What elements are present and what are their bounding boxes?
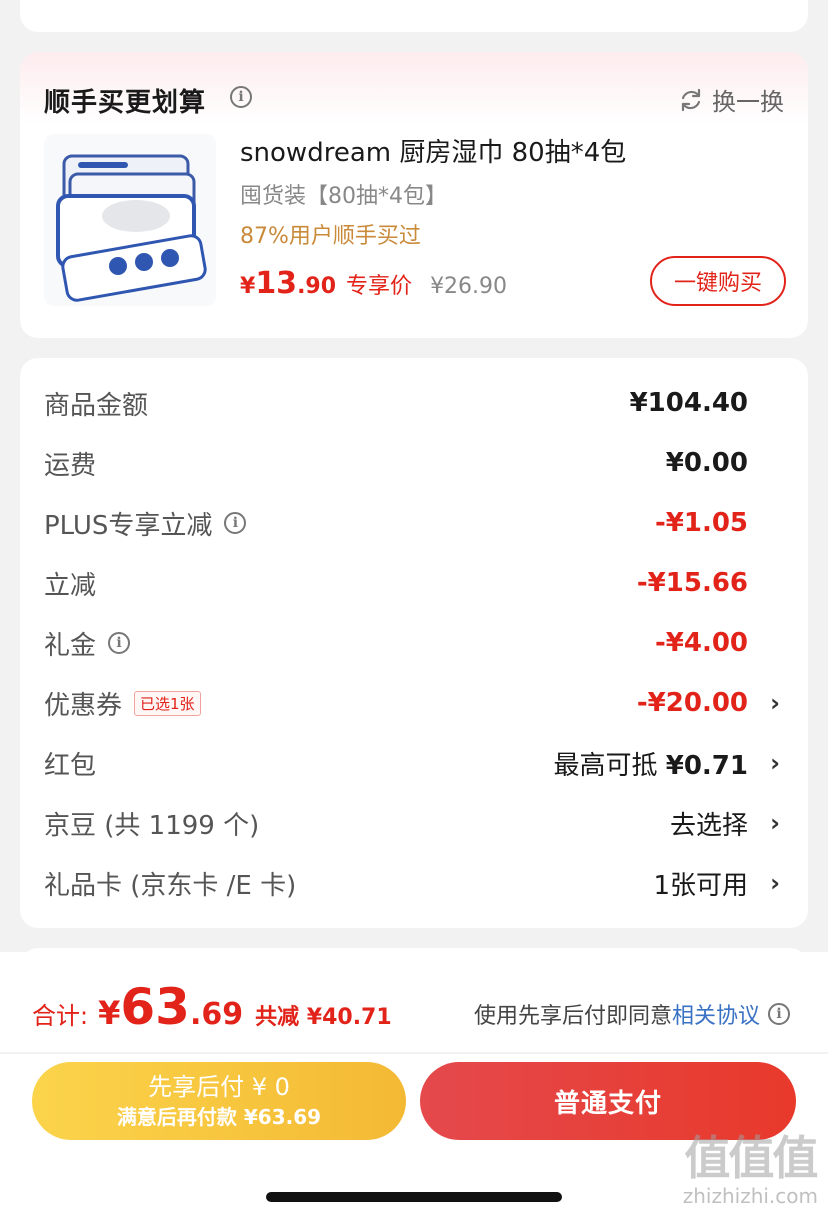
row-label: 京豆 (共 1199 个) — [44, 810, 260, 841]
row-value: 去选择 — [669, 810, 748, 841]
row-label: 运费 — [44, 450, 97, 481]
row-label-wrap: PLUS专享立减 i — [44, 505, 247, 542]
summary-row-red-packet[interactable]: 红包 最高可抵 ¥0.71 › — [20, 733, 808, 793]
row-label: 优惠券 — [44, 690, 123, 721]
watermark-domain: zhizhizhi.com — [682, 1184, 818, 1208]
one-click-buy-button[interactable]: 一键购买 — [650, 256, 786, 306]
row-value: ¥0.00 — [665, 448, 748, 478]
row-label: 礼金 — [44, 630, 97, 661]
addon-title: 顺手买更划算 — [44, 88, 207, 118]
chevron-right-icon[interactable]: › — [770, 689, 780, 717]
product-buyers-note: 87%用户顺手买过 — [240, 224, 421, 249]
info-icon[interactable]: i — [768, 1003, 790, 1025]
addon-recommendation-card: 顺手买更划算 i 换一换 snowdream 厨房湿巾 80抽*4包 囤货装【8… — [20, 52, 808, 338]
price-currency: ¥ — [240, 274, 256, 299]
order-summary-card: 商品金额 ¥104.40 运费 ¥0.00 PLUS专享立减 i -¥1.05 … — [20, 358, 808, 928]
coupon-selected-badge: 已选1张 — [134, 690, 201, 716]
info-icon[interactable]: i — [224, 512, 247, 534]
total-decimal: .69 — [189, 997, 244, 1032]
total-label: 合计: — [32, 1002, 89, 1030]
row-label-wrap: 礼金 i — [44, 625, 131, 662]
total-saved: 共减 ¥40.71 — [255, 1005, 392, 1030]
row-value: 1张可用 — [653, 870, 748, 901]
pay-later-line1: 先享后付 ¥ 0 — [148, 1073, 290, 1101]
product-name[interactable]: snowdream 厨房湿巾 80抽*4包 — [240, 132, 626, 169]
previous-section-card — [20, 0, 808, 32]
product-price: ¥ 13 .90 专享价 ¥26.90 — [240, 266, 507, 301]
order-total: 合计: ¥ 63 .69 共减 ¥40.71 — [32, 978, 392, 1036]
product-image[interactable] — [44, 134, 216, 306]
agreement-link[interactable]: 相关协议 — [672, 998, 760, 1030]
chevron-right-icon[interactable]: › — [770, 809, 780, 837]
agreement-text: 使用先享后付即同意 — [473, 1004, 672, 1029]
divider — [0, 1052, 828, 1054]
chevron-right-icon[interactable]: › — [770, 749, 780, 777]
summary-row-instant-discount: 立减 -¥15.66 — [20, 553, 808, 613]
summary-row-gift-money: 礼金 i -¥4.00 — [20, 613, 808, 673]
total-integer: 63 — [120, 978, 190, 1036]
pay-later-button[interactable]: 先享后付 ¥ 0 满意后再付款 ¥63.69 — [32, 1062, 406, 1140]
price-integer: 13 — [255, 266, 298, 301]
info-icon[interactable]: i — [230, 86, 252, 108]
summary-row-shipping: 运费 ¥0.00 — [20, 433, 808, 493]
summary-row-plus-discount: PLUS专享立减 i -¥1.05 — [20, 493, 808, 553]
price-tag: 专享价 — [346, 274, 413, 299]
row-value: -¥15.66 — [636, 568, 748, 598]
watermark-glyphs: 值值值 — [684, 1131, 818, 1185]
row-label: PLUS专享立减 — [44, 510, 213, 541]
total-currency: ¥ — [98, 994, 121, 1032]
chevron-right-icon[interactable]: › — [770, 869, 780, 897]
row-value: -¥1.05 — [654, 508, 748, 538]
summary-row-subtotal: 商品金额 ¥104.40 — [20, 373, 808, 433]
info-icon[interactable]: i — [108, 632, 131, 654]
pay-later-line2: 满意后再付款 ¥63.69 — [116, 1105, 322, 1129]
summary-row-gift-card[interactable]: 礼品卡 (京东卡 /E 卡) 1张可用 › — [20, 853, 808, 913]
price-decimal: .90 — [297, 274, 337, 299]
original-price: ¥26.90 — [430, 274, 508, 299]
row-value-wrap: 最高可抵 ¥0.71 — [553, 745, 748, 782]
row-label: 立减 — [44, 570, 97, 601]
home-indicator — [266, 1192, 562, 1202]
row-value: -¥20.00 — [636, 688, 748, 718]
agreement-note: 使用先享后付即同意 相关协议 i — [474, 998, 790, 1030]
row-value-prefix: 最高可抵 — [553, 750, 658, 781]
row-label: 礼品卡 (京东卡 /E 卡) — [44, 870, 297, 901]
row-value: -¥4.00 — [654, 628, 748, 658]
summary-row-coupon[interactable]: 优惠券 已选1张 -¥20.00 › — [20, 673, 808, 733]
watermark: 值值值 zhizhizhi.com — [682, 1122, 819, 1208]
swap-label: 换一换 — [712, 88, 784, 116]
summary-row-jd-beans[interactable]: 京豆 (共 1199 个) 去选择 › — [20, 793, 808, 853]
checkout-bar: 合计: ¥ 63 .69 共减 ¥40.71 使用先享后付即同意 相关协议 i 先… — [0, 952, 828, 1218]
row-label: 红包 — [44, 750, 97, 781]
row-value: ¥104.40 — [629, 388, 748, 418]
row-label-wrap: 优惠券 已选1张 — [44, 685, 201, 722]
row-label: 商品金额 — [44, 390, 149, 421]
row-value: ¥0.71 — [665, 750, 748, 781]
product-spec: 囤货装【80抽*4包】 — [240, 184, 447, 209]
refresh-icon — [681, 88, 701, 111]
swap-button[interactable]: 换一换 — [678, 82, 784, 117]
